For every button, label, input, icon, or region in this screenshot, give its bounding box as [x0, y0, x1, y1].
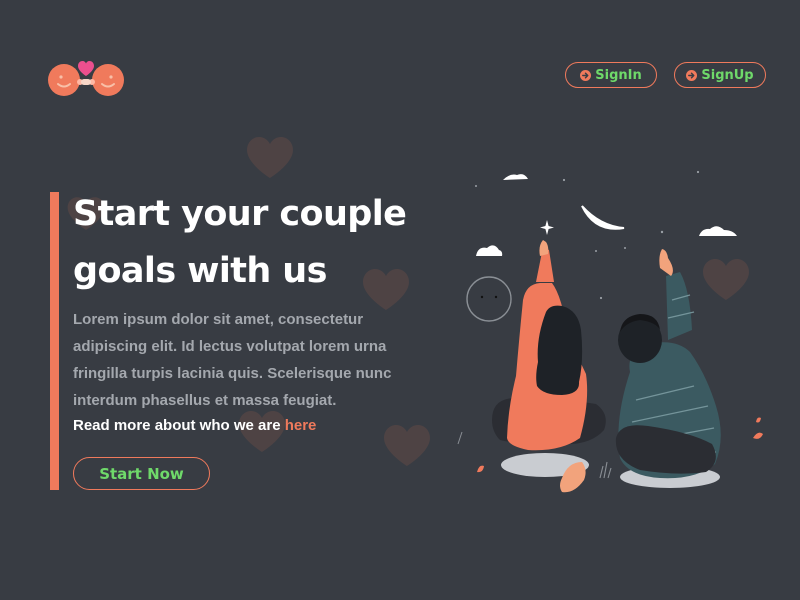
start-now-button[interactable]: Start Now — [73, 457, 210, 490]
signup-button[interactable]: SignUp — [674, 62, 766, 88]
read-more-text: Read more about who we are — [73, 417, 281, 434]
hero-title: Start your couple goals with us — [73, 194, 407, 291]
moon-icon — [581, 205, 625, 230]
read-more-line: Read more about who we are here — [73, 413, 316, 438]
signin-button[interactable]: SignIn — [565, 62, 657, 88]
hero-accent-bar — [50, 192, 59, 490]
arrow-circle-right-icon — [686, 69, 698, 81]
planet-icon — [466, 276, 512, 322]
cloud-icon — [476, 245, 503, 256]
cloud-icon — [503, 174, 528, 180]
heart-icon — [384, 425, 430, 466]
hero-description: Lorem ipsum dolor sit amet, consectetur … — [73, 311, 392, 409]
signin-label: SignIn — [595, 67, 642, 83]
signup-label: SignUp — [701, 67, 754, 83]
sparkle-icon — [540, 220, 554, 235]
cloud-icon — [699, 226, 737, 236]
heart-icon — [247, 137, 293, 178]
couple-stargazing-illustration — [457, 170, 763, 493]
landing-page: SignIn SignUp Start your couple goals wi… — [0, 0, 800, 600]
couple-faces-heart-logo[interactable] — [48, 60, 128, 100]
leaf-icon — [753, 432, 763, 439]
read-more-link[interactable]: here — [285, 417, 317, 434]
arrow-circle-right-icon — [580, 69, 592, 81]
